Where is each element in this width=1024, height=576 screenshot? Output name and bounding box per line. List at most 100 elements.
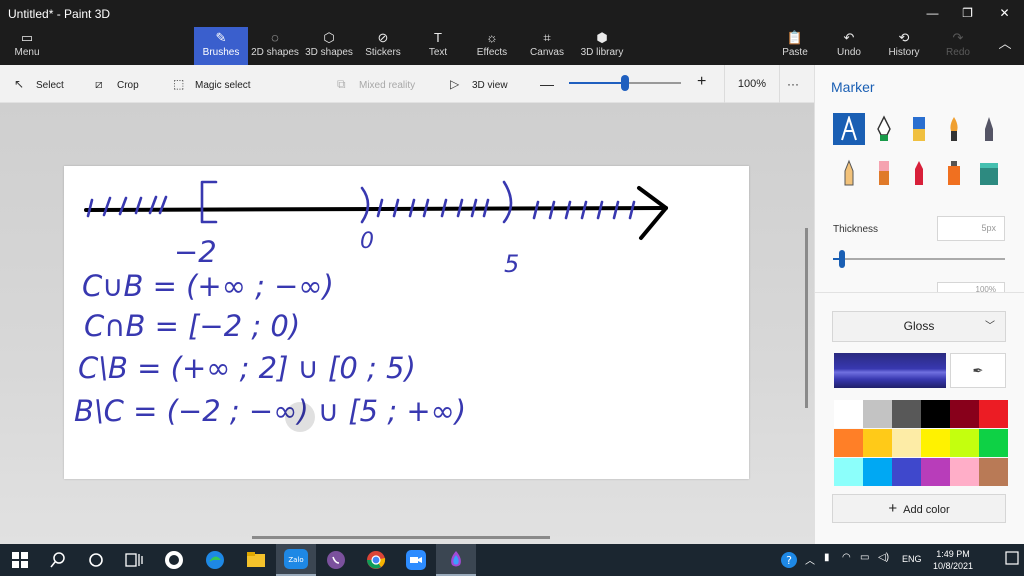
zoom-slider-thumb[interactable] xyxy=(621,75,629,91)
magic-select-button[interactable]: ⬚ Magic select xyxy=(173,76,251,92)
microphone-icon[interactable]: ▮ xyxy=(824,552,830,563)
title-bar: Untitled* - Paint 3D — ❐ ✕ xyxy=(0,0,1024,27)
history-button[interactable]: ⟲ History xyxy=(885,27,923,65)
start-button[interactable] xyxy=(0,544,40,576)
tab-effects[interactable]: ☼ Effects xyxy=(472,27,512,65)
eyedropper-button[interactable]: ✒ xyxy=(950,353,1006,388)
palette-swatch[interactable] xyxy=(834,400,863,428)
window-title: Untitled* - Paint 3D xyxy=(8,7,111,21)
zoom-out-button[interactable]: — xyxy=(540,76,554,92)
palette-swatch[interactable] xyxy=(979,429,1008,457)
palette-swatch[interactable] xyxy=(921,458,950,486)
zoom-level[interactable]: 100% xyxy=(724,65,780,103)
palette-swatch[interactable] xyxy=(950,400,979,428)
paint-3d-taskbar-icon[interactable] xyxy=(436,544,476,576)
3d-view-button[interactable]: ▷ 3D view xyxy=(450,76,508,92)
mixed-reality-button[interactable]: ⧉ Mixed reality xyxy=(337,76,415,92)
language-indicator[interactable]: ENG xyxy=(902,554,922,564)
watercolor-icon[interactable] xyxy=(938,113,970,145)
maximize-button[interactable]: ❐ xyxy=(949,0,986,27)
paste-button[interactable]: 📋 Paste xyxy=(778,27,812,65)
clock[interactable]: 1:49 PM 10/8/2021 xyxy=(922,548,984,572)
canvas-icon: ⌗ xyxy=(543,30,551,45)
bracket-minus2 xyxy=(200,180,218,224)
vertical-scrollbar[interactable] xyxy=(805,228,808,408)
search-icon[interactable] xyxy=(38,544,78,576)
minimize-button[interactable]: — xyxy=(914,0,951,27)
crop-icon: ⧄ xyxy=(95,77,103,91)
opacity-input[interactable]: 100% xyxy=(937,282,1005,292)
spray-can-icon[interactable] xyxy=(938,157,970,189)
battery-icon[interactable]: ▭ xyxy=(860,552,869,563)
palette-swatch[interactable] xyxy=(863,458,892,486)
volume-icon[interactable]: ◁) xyxy=(878,552,889,563)
more-options-button[interactable]: ··· xyxy=(787,76,799,92)
equation-intersection: C∩B = [−2 ; 0) xyxy=(84,309,300,343)
palette-swatch[interactable] xyxy=(979,458,1008,486)
palette-swatch[interactable] xyxy=(863,400,892,428)
palette-swatch[interactable] xyxy=(863,429,892,457)
cursor-highlight xyxy=(285,402,315,432)
palette-swatch[interactable] xyxy=(950,429,979,457)
tab-brushes[interactable]: ✎ Brushes xyxy=(194,27,248,65)
thickness-slider-thumb[interactable] xyxy=(838,250,845,268)
show-hidden-icons-icon[interactable]: ︿ xyxy=(805,552,815,567)
palette-swatch[interactable] xyxy=(979,400,1008,428)
file-explorer-icon[interactable] xyxy=(236,544,276,576)
label-minus2: −2 xyxy=(174,235,217,269)
number-line xyxy=(84,206,668,212)
cortana-icon[interactable] xyxy=(76,544,116,576)
zoom-meetings-icon[interactable] xyxy=(396,544,436,576)
chrome-icon[interactable] xyxy=(356,544,396,576)
palette-swatch[interactable] xyxy=(892,429,921,457)
tab-3d-library[interactable]: ⬢ 3D library xyxy=(578,27,626,65)
redo-button[interactable]: ↷ Redo xyxy=(942,27,974,65)
notifications-icon[interactable] xyxy=(1004,550,1020,571)
horizontal-scrollbar[interactable] xyxy=(252,536,550,539)
thickness-slider[interactable] xyxy=(833,250,1005,268)
undo-button[interactable]: ↶ Undo xyxy=(833,27,865,65)
close-button[interactable]: ✕ xyxy=(986,0,1023,27)
network-icon[interactable]: ◠ xyxy=(842,552,851,563)
marker-icon[interactable] xyxy=(833,113,865,145)
pencil-icon[interactable] xyxy=(833,157,865,189)
menu-button[interactable]: ▭ Menu xyxy=(4,27,50,65)
tab-text[interactable]: T Text xyxy=(418,27,458,65)
thickness-input[interactable]: 5px xyxy=(937,216,1005,241)
tab-stickers[interactable]: ⊘ Stickers xyxy=(362,27,404,65)
crayon-icon[interactable] xyxy=(903,157,935,189)
app-icon[interactable] xyxy=(154,544,194,576)
calligraphy-pen-icon[interactable] xyxy=(868,113,900,145)
current-color-swatch[interactable] xyxy=(834,353,946,388)
tab-2d-shapes[interactable]: ◌ 2D shapes xyxy=(250,27,300,65)
zoom-in-button[interactable]: + xyxy=(697,74,706,90)
select-button[interactable]: ↖ Select xyxy=(14,76,64,92)
crop-button[interactable]: ⧄ Crop xyxy=(95,76,139,92)
zoom-slider[interactable] xyxy=(569,75,681,91)
tab-3d-shapes[interactable]: ⬡ 3D shapes xyxy=(304,27,354,65)
add-color-button[interactable]: + Add color xyxy=(832,494,1006,523)
drawing-canvas[interactable]: −2 0 5 C∪B = (+∞ ; −∞) C∩B = [−2 ; 0) C\… xyxy=(64,166,749,479)
zalo-icon[interactable]: Zalo xyxy=(276,544,316,576)
pixel-pen-icon[interactable] xyxy=(973,113,1005,145)
viber-icon[interactable] xyxy=(316,544,356,576)
task-view-icon[interactable] xyxy=(114,544,154,576)
palette-swatch[interactable] xyxy=(834,429,863,457)
palette-swatch[interactable] xyxy=(892,458,921,486)
palette-swatch[interactable] xyxy=(950,458,979,486)
palette-swatch[interactable] xyxy=(921,429,950,457)
palette-swatch[interactable] xyxy=(892,400,921,428)
label-five: 5 xyxy=(504,250,519,278)
tab-canvas[interactable]: ⌗ Canvas xyxy=(527,27,567,65)
fill-icon[interactable] xyxy=(973,157,1005,189)
eraser-icon[interactable] xyxy=(868,157,900,189)
finish-dropdown[interactable]: Gloss ﹀ xyxy=(832,311,1006,342)
collapse-ribbon-button[interactable]: ︿ xyxy=(990,27,1020,65)
label-zero: 0 xyxy=(360,229,374,254)
palette-swatch[interactable] xyxy=(834,458,863,486)
oil-brush-icon[interactable] xyxy=(903,113,935,145)
ribbon: ▭ Menu ✎ Brushes ◌ 2D shapes ⬡ 3D shapes… xyxy=(0,27,1024,65)
palette-swatch[interactable] xyxy=(921,400,950,428)
help-icon[interactable]: ? xyxy=(780,551,798,572)
edge-icon[interactable] xyxy=(195,544,235,576)
